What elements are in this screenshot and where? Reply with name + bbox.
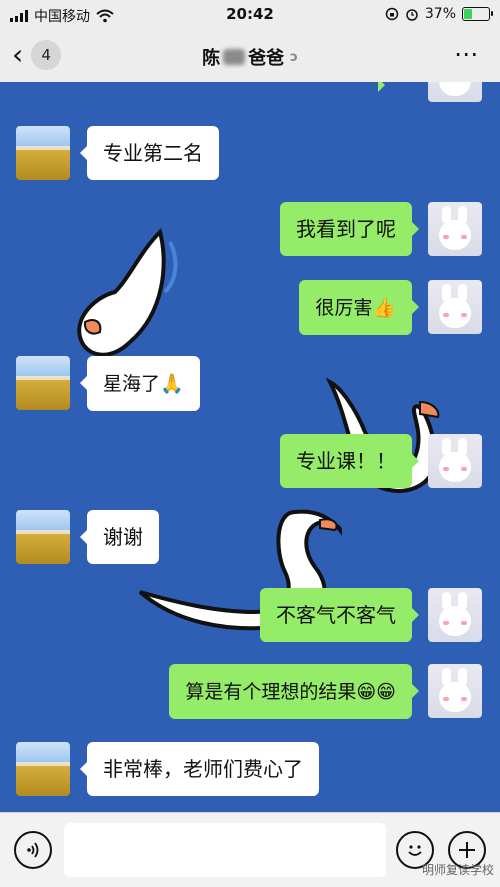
my-avatar[interactable]	[428, 588, 482, 642]
status-right: 37%	[385, 6, 493, 22]
my-avatar[interactable]	[428, 202, 482, 256]
chat-title-part2: 爸爸	[248, 48, 285, 69]
battery-percent: 37%	[424, 6, 456, 22]
chat-title-part1: 陈	[202, 48, 221, 69]
chat-header: ‹ 4 陈 爸爸 ↄ ⋯	[0, 30, 500, 83]
message-text: 非常棒，老师们费心了	[103, 757, 303, 781]
message-bubble-outgoing[interactable]: 算是有个理想的结果😁😁	[169, 664, 419, 719]
battery-level	[464, 9, 472, 19]
input-bar: 明师复读学校	[0, 812, 500, 887]
my-avatar[interactable]	[428, 434, 482, 488]
message-input[interactable]	[64, 823, 386, 877]
message-text: 很厉害👍	[315, 297, 396, 319]
chat-area[interactable]: 专业第二名 我看到了呢 很厉害👍 星海了🙏 专业课！！ 谢谢 不客气不客气 算是…	[0, 82, 500, 812]
my-avatar[interactable]	[428, 664, 482, 718]
message-bubble-outgoing[interactable]: 不客气不客气	[260, 588, 419, 642]
message-bubble-outgoing[interactable]: 很厉害👍	[299, 280, 419, 335]
status-bar: 中国移动 20:42 37%	[0, 0, 500, 30]
more-icon: ⋯	[454, 40, 480, 68]
voice-icon	[27, 842, 39, 858]
alarm-icon	[406, 9, 418, 21]
voice-button[interactable]	[14, 831, 52, 869]
more-options-button[interactable]: ⋯	[454, 40, 480, 68]
emoji-icon	[408, 845, 422, 856]
message-text: 我看到了呢	[296, 217, 396, 241]
plus-icon	[459, 842, 475, 858]
contact-avatar[interactable]	[16, 356, 70, 410]
contact-avatar[interactable]	[16, 126, 70, 180]
contact-avatar[interactable]	[16, 510, 70, 564]
message-bubble-incoming[interactable]: 谢谢	[80, 510, 159, 564]
message-text: 专业课！！	[296, 449, 396, 473]
message-text: 不客气不客气	[276, 603, 396, 627]
message-bubble-incoming[interactable]: 星海了🙏	[80, 356, 200, 411]
battery-icon	[462, 7, 493, 21]
contact-avatar[interactable]	[16, 742, 70, 796]
message-text: 谢谢	[103, 525, 143, 549]
my-avatar-partial[interactable]	[428, 82, 482, 102]
message-text: 专业第二名	[103, 141, 203, 165]
chat-title: 陈 爸爸 ↄ	[0, 44, 500, 70]
message-bubble-outgoing[interactable]: 专业课！！	[280, 434, 419, 488]
redacted-name	[223, 49, 246, 65]
ear-icon: ↄ	[290, 49, 298, 65]
message-bubble-outgoing[interactable]: 我看到了呢	[280, 202, 419, 256]
rotation-lock-icon	[385, 7, 399, 21]
message-bubble-incoming[interactable]: 非常棒，老师们费心了	[80, 742, 319, 796]
message-text: 星海了🙏	[103, 373, 184, 395]
message-text: 算是有个理想的结果😁😁	[185, 681, 396, 703]
watermark-label: 明师复读学校	[421, 863, 494, 877]
my-avatar[interactable]	[428, 280, 482, 334]
message-bubble-incoming[interactable]: 专业第二名	[80, 126, 219, 180]
